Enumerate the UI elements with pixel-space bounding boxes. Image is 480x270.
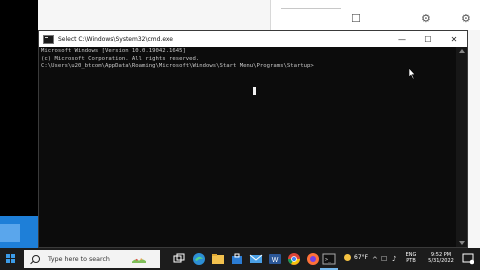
close-button[interactable]: ✕ <box>441 31 467 47</box>
search-icon <box>32 255 40 263</box>
windows-logo-icon <box>6 254 10 258</box>
window-controls: — ☐ ✕ <box>389 31 467 47</box>
desktop-blue-panel <box>0 216 38 248</box>
scrollbar[interactable] <box>456 47 467 247</box>
console-line: Microsoft Windows [Version 10.0.19042.16… <box>41 48 186 54</box>
background-divider <box>281 8 341 9</box>
clock-date: 5/31/2022 <box>428 258 454 264</box>
cmd-icon <box>43 34 54 44</box>
mouse-pointer-icon <box>409 68 416 79</box>
maximize-button[interactable]: ☐ <box>415 31 441 47</box>
volume-icon[interactable]: ♪ <box>392 255 396 263</box>
firefox-icon[interactable] <box>306 252 320 266</box>
cmd-taskbar-icon[interactable]: >_ <box>322 252 336 266</box>
windows-logo-pane <box>11 254 15 258</box>
console-prompt: C:\Users\u20_btcom\AppData\Roaming\Micro… <box>41 63 314 70</box>
word-icon[interactable]: W <box>268 252 282 266</box>
sun-icon <box>344 254 351 261</box>
input-language[interactable]: ENG PTB <box>401 252 421 264</box>
background-icon-c: ⚙ <box>461 12 471 25</box>
task-view-icon[interactable] <box>172 252 186 266</box>
chrome-icon[interactable] <box>287 252 301 266</box>
minimize-button[interactable]: — <box>389 31 415 47</box>
show-hidden-icons-chevron-icon[interactable]: ^ <box>372 256 378 264</box>
weather-temp: 67°F <box>354 254 369 261</box>
start-button[interactable] <box>6 254 16 264</box>
scroll-down-arrow-icon[interactable] <box>459 241 465 245</box>
file-explorer-icon[interactable] <box>211 252 225 266</box>
background-icon-b: ⚙ <box>421 12 431 25</box>
desktop-left-area <box>0 0 38 248</box>
cmd-window[interactable]: Select C:\Windows\System32\cmd.exe — ☐ ✕… <box>38 30 468 248</box>
search-highlight-image-icon[interactable] <box>132 253 146 267</box>
desktop-blue-panel-inner <box>0 224 20 242</box>
console-line: (c) Microsoft Corporation. All rights re… <box>41 55 200 62</box>
title-bar[interactable]: Select C:\Windows\System32\cmd.exe — ☐ ✕ <box>39 31 467 47</box>
store-icon[interactable] <box>230 252 244 266</box>
network-icon[interactable]: ☐ <box>381 255 387 263</box>
language-line-2: PTB <box>406 258 416 264</box>
window-title: Select C:\Windows\System32\cmd.exe <box>58 35 173 43</box>
windows-logo-pane <box>11 259 15 263</box>
windows-logo-pane <box>6 259 10 263</box>
svg-text:>_: >_ <box>325 257 332 263</box>
svg-text:W: W <box>272 257 279 264</box>
clock[interactable]: 9:52 PM 5/31/2022 <box>424 252 458 264</box>
taskbar: Type here to search W >_ 67°F ^ ☐ ♪ ENG <box>0 248 480 270</box>
scroll-up-arrow-icon[interactable] <box>459 49 465 53</box>
edge-icon[interactable] <box>192 252 206 266</box>
weather-widget[interactable]: 67°F <box>344 254 368 261</box>
search-placeholder: Type here to search <box>48 255 110 263</box>
notification-icon[interactable] <box>462 253 474 265</box>
background-window-header: ☐ ⚙ ⚙ <box>270 0 480 30</box>
text-cursor <box>253 87 256 95</box>
background-icon-a: ☐ <box>351 12 361 25</box>
console-output[interactable]: Microsoft Windows [Version 10.0.19042.16… <box>41 48 455 247</box>
mail-icon[interactable] <box>249 252 263 266</box>
